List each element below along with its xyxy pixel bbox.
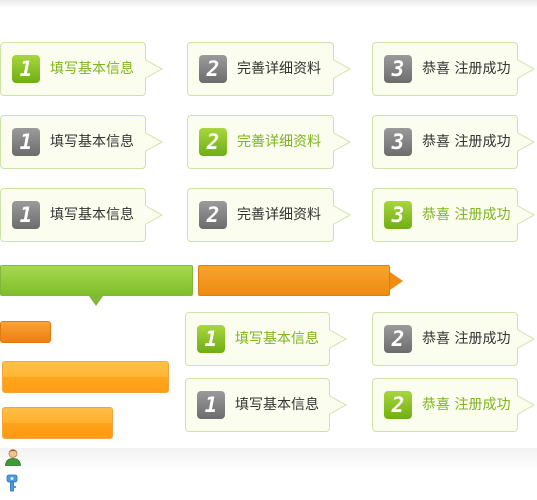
step-1-row5: 1 填写基本信息: [185, 378, 351, 432]
step-2-row4: 2 恭喜 注册成功: [372, 312, 535, 366]
green-bar-pointer: [89, 296, 103, 306]
step-number-badge: 1: [12, 128, 40, 156]
orange-medium-button[interactable]: [2, 407, 113, 439]
step-number-badge: 1: [197, 325, 225, 353]
step-number-badge: 3: [384, 128, 412, 156]
step-label: 完善详细资料: [237, 61, 321, 77]
step-1-row4: 1 填写基本信息: [185, 312, 351, 366]
step-number-badge: 2: [199, 201, 227, 229]
step-label: 恭喜 注册成功: [422, 397, 511, 413]
step-label: 完善详细资料: [237, 207, 321, 223]
step-1-row1: 1 填写基本信息: [0, 42, 163, 96]
step-2-row5: 2 恭喜 注册成功: [372, 378, 535, 432]
step-label: 填写基本信息: [235, 397, 319, 413]
step-number-badge: 1: [12, 55, 40, 83]
step-3-row1: 3 恭喜 注册成功: [372, 42, 535, 96]
step-label: 填写基本信息: [50, 134, 134, 150]
orange-small-button[interactable]: [0, 321, 51, 343]
orange-tab-bar: [198, 265, 390, 296]
step-number-badge: 1: [197, 391, 225, 419]
step-number-badge: 1: [12, 201, 40, 229]
step-label: 填写基本信息: [50, 61, 134, 77]
key-icon: [6, 474, 18, 492]
step-number-badge: 2: [384, 325, 412, 353]
step-number-badge: 3: [384, 55, 412, 83]
step-label: 填写基本信息: [50, 207, 134, 223]
orange-wide-button[interactable]: [2, 361, 169, 393]
step-number-badge: 2: [199, 128, 227, 156]
green-tab-bar: [0, 265, 193, 296]
step-label: 恭喜 注册成功: [422, 134, 511, 150]
step-number-badge: 2: [199, 55, 227, 83]
step-1-row2: 1 填写基本信息: [0, 115, 163, 169]
user-icon: [5, 449, 21, 466]
step-2-row3: 2 完善详细资料: [187, 188, 352, 242]
orange-bar-arrow: [390, 272, 403, 290]
step-label: 恭喜 注册成功: [422, 331, 511, 347]
step-2-row1: 2 完善详细资料: [187, 42, 352, 96]
step-1-row3: 1 填写基本信息: [0, 188, 163, 242]
top-shadow-strip: [0, 0, 537, 8]
separator-strip: [0, 448, 537, 472]
step-label: 恭喜 注册成功: [422, 61, 511, 77]
step-3-row3: 3 恭喜 注册成功: [372, 188, 535, 242]
step-label: 填写基本信息: [235, 331, 319, 347]
step-2-row2: 2 完善详细资料: [187, 115, 352, 169]
step-number-badge: 2: [384, 391, 412, 419]
step-label: 完善详细资料: [237, 134, 321, 150]
step-number-badge: 3: [384, 201, 412, 229]
step-3-row2: 3 恭喜 注册成功: [372, 115, 535, 169]
step-label: 恭喜 注册成功: [422, 207, 511, 223]
